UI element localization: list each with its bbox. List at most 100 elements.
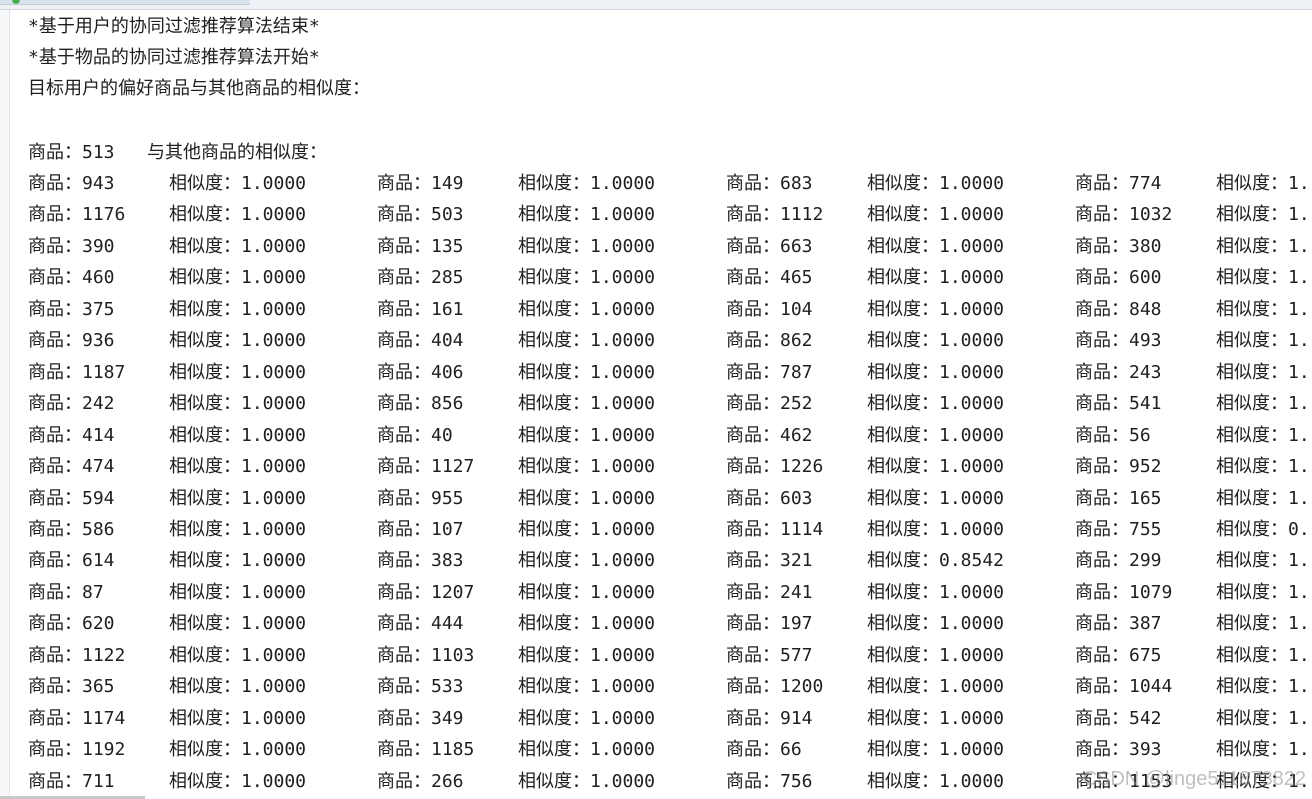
similarity-row: 商品：375 相似度：1.0000 商品：161 相似度：1.0000 商品：104 相似… bbox=[28, 295, 1312, 325]
similarity-cell: 相似度：1.0000 bbox=[518, 235, 656, 257]
item-id-cell: 商品：465 bbox=[726, 267, 813, 289]
similarity-cell: 相似度：1.0000 bbox=[169, 361, 307, 383]
item-id-cell: 商品：460 bbox=[28, 267, 115, 289]
item-id-cell: 商品：1103 bbox=[377, 644, 475, 666]
item-id-cell: 商品：787 bbox=[726, 361, 813, 383]
console-output[interactable]: *基于用户的协同过滤推荐算法结束* *基于物品的协同过滤推荐算法开始* 目标用户… bbox=[28, 12, 1312, 799]
watermark: CSDN @linge511873822 bbox=[1082, 768, 1306, 790]
item-id-cell: 商品：135 bbox=[377, 235, 464, 257]
similarity-cell: 相似度：1.0000 bbox=[518, 330, 656, 352]
similarity-cell: 相似度：1. bbox=[1216, 456, 1310, 478]
item-id-cell: 商品：414 bbox=[28, 424, 115, 446]
item-id-cell: 商品：1200 bbox=[726, 676, 824, 698]
similarity-cell: 相似度：1.0000 bbox=[867, 298, 1005, 320]
similarity-cell: 相似度：1.0000 bbox=[518, 361, 656, 383]
similarity-row: 商品：586 相似度：1.0000 商品：107 相似度：1.0000 商品：1114 相… bbox=[28, 515, 1312, 545]
similarity-cell: 相似度：1.0000 bbox=[867, 204, 1005, 226]
item-id-cell: 商品：683 bbox=[726, 173, 813, 194]
item-id-cell: 商品：104 bbox=[726, 298, 813, 320]
console-line: 目标用户的偏好商品与其他商品的相似度： bbox=[28, 78, 370, 99]
item-id-cell: 商品：1122 bbox=[28, 644, 126, 666]
similarity-cell: 相似度：1.0000 bbox=[867, 581, 1005, 603]
similarity-cell: 相似度：1.0000 bbox=[518, 393, 656, 415]
item-id-cell: 商品：614 bbox=[28, 550, 115, 572]
similarity-cell: 相似度：1. bbox=[1216, 739, 1310, 761]
item-id-cell: 商品：675 bbox=[1075, 644, 1162, 666]
similarity-cell: 相似度：1.0000 bbox=[169, 330, 307, 352]
similarity-cell: 相似度：1.0000 bbox=[867, 173, 1005, 194]
item-id-cell: 商品：404 bbox=[377, 330, 464, 352]
item-id-cell: 商品：1127 bbox=[377, 456, 475, 478]
item-id-cell: 商品：1032 bbox=[1075, 204, 1173, 226]
item-id-cell: 商品：241 bbox=[726, 581, 813, 603]
similarity-row: 商品：474 相似度：1.0000 商品：1127 相似度：1.0000 商品：1226… bbox=[28, 452, 1312, 482]
item-id-cell: 商品：406 bbox=[377, 361, 464, 383]
item-id-cell: 商品：285 bbox=[377, 267, 464, 289]
item-id-cell: 商品：1207 bbox=[377, 581, 475, 603]
item-id-cell: 商品：1112 bbox=[726, 204, 824, 226]
similarity-row: 商品：594 相似度：1.0000 商品：955 相似度：1.0000 商品：603 相似… bbox=[28, 484, 1312, 514]
similarity-cell: 相似度：1.0000 bbox=[867, 393, 1005, 415]
similarity-cell: 相似度：1.0000 bbox=[518, 739, 656, 761]
item-id-cell: 商品：1079 bbox=[1075, 581, 1173, 603]
item-id-cell: 商品：40 bbox=[377, 424, 453, 446]
similarity-cell: 相似度：1.0000 bbox=[169, 456, 307, 478]
item-id-cell: 商品：1192 bbox=[28, 739, 126, 761]
item-id-cell: 商品：856 bbox=[377, 393, 464, 415]
similarity-cell: 相似度：1.0000 bbox=[867, 739, 1005, 761]
target-item-line: 商品：513 与其他商品的相似度： bbox=[28, 142, 328, 163]
item-id-cell: 商品：936 bbox=[28, 330, 115, 352]
item-id-cell: 商品：1174 bbox=[28, 707, 126, 729]
item-id-cell: 商品：299 bbox=[1075, 550, 1162, 572]
similarity-cell: 相似度：1.0000 bbox=[867, 676, 1005, 698]
console-line: *基于用户的协同过滤推荐算法结束* bbox=[28, 16, 320, 37]
similarity-cell: 相似度：1.0000 bbox=[867, 424, 1005, 446]
similarity-row: 商品：1122 相似度：1.0000 商品：1103 相似度：1.0000 商品：577… bbox=[28, 641, 1312, 671]
similarity-cell: 相似度：1.0000 bbox=[518, 613, 656, 635]
item-id-cell: 商品：66 bbox=[726, 739, 802, 761]
item-id-cell: 商品：541 bbox=[1075, 393, 1162, 415]
item-id-cell: 商品：756 bbox=[726, 770, 813, 792]
similarity-cell: 相似度：1.0000 bbox=[169, 676, 307, 698]
similarity-cell: 相似度：1.0000 bbox=[518, 487, 656, 509]
item-id-cell: 商品：87 bbox=[28, 581, 104, 603]
run-tab[interactable] bbox=[0, 0, 250, 5]
item-id-cell: 商品：107 bbox=[377, 518, 464, 540]
similarity-cell: 相似度：1. bbox=[1216, 267, 1310, 289]
similarity-cell: 相似度：1.0000 bbox=[518, 424, 656, 446]
similarity-row: 商品：614 相似度：1.0000 商品：383 相似度：1.0000 商品：321 相似… bbox=[28, 546, 1312, 576]
similarity-cell: 相似度：1.0000 bbox=[169, 644, 307, 666]
item-id-cell: 商品：943 bbox=[28, 173, 115, 194]
item-id-cell: 商品：955 bbox=[377, 487, 464, 509]
similarity-cell: 相似度：1.0000 bbox=[169, 393, 307, 415]
similarity-cell: 相似度：1.0000 bbox=[867, 235, 1005, 257]
item-id-cell: 商品：149 bbox=[377, 173, 464, 194]
item-id-cell: 商品：474 bbox=[28, 456, 115, 478]
item-id-cell: 商品：1044 bbox=[1075, 676, 1173, 698]
item-id-cell: 商品：266 bbox=[377, 770, 464, 792]
similarity-cell: 相似度：1.0000 bbox=[867, 330, 1005, 352]
similarity-cell: 相似度：1.0000 bbox=[169, 518, 307, 540]
similarity-cell: 相似度：0. bbox=[1216, 518, 1310, 540]
similarity-cell: 相似度：1. bbox=[1216, 393, 1310, 415]
similarity-cell: 相似度：1.0000 bbox=[518, 456, 656, 478]
item-id-cell: 商品：848 bbox=[1075, 298, 1162, 320]
similarity-cell: 相似度：1.0000 bbox=[169, 581, 307, 603]
item-id-cell: 商品：755 bbox=[1075, 518, 1162, 540]
item-id-cell: 商品：663 bbox=[726, 235, 813, 257]
similarity-row: 商品：390 相似度：1.0000 商品：135 相似度：1.0000 商品：663 相似… bbox=[28, 232, 1312, 262]
similarity-cell: 相似度：1.0000 bbox=[518, 550, 656, 572]
similarity-row: 商品：365 相似度：1.0000 商品：533 相似度：1.0000 商品：1200 相… bbox=[28, 672, 1312, 702]
similarity-cell: 相似度：1. bbox=[1216, 707, 1310, 729]
item-id-cell: 商品：252 bbox=[726, 393, 813, 415]
item-id-cell: 商品：774 bbox=[1075, 173, 1162, 194]
similarity-cell: 相似度：0.8542 bbox=[867, 550, 1005, 572]
similarity-cell: 相似度：1.0000 bbox=[867, 644, 1005, 666]
similarity-cell: 相似度：1.0000 bbox=[518, 770, 656, 792]
item-id-cell: 商品：321 bbox=[726, 550, 813, 572]
item-id-cell: 商品：380 bbox=[1075, 235, 1162, 257]
similarity-cell: 相似度：1. bbox=[1216, 644, 1310, 666]
item-id-cell: 商品：1114 bbox=[726, 518, 824, 540]
item-id-cell: 商品：1185 bbox=[377, 739, 475, 761]
item-id-cell: 商品：375 bbox=[28, 298, 115, 320]
